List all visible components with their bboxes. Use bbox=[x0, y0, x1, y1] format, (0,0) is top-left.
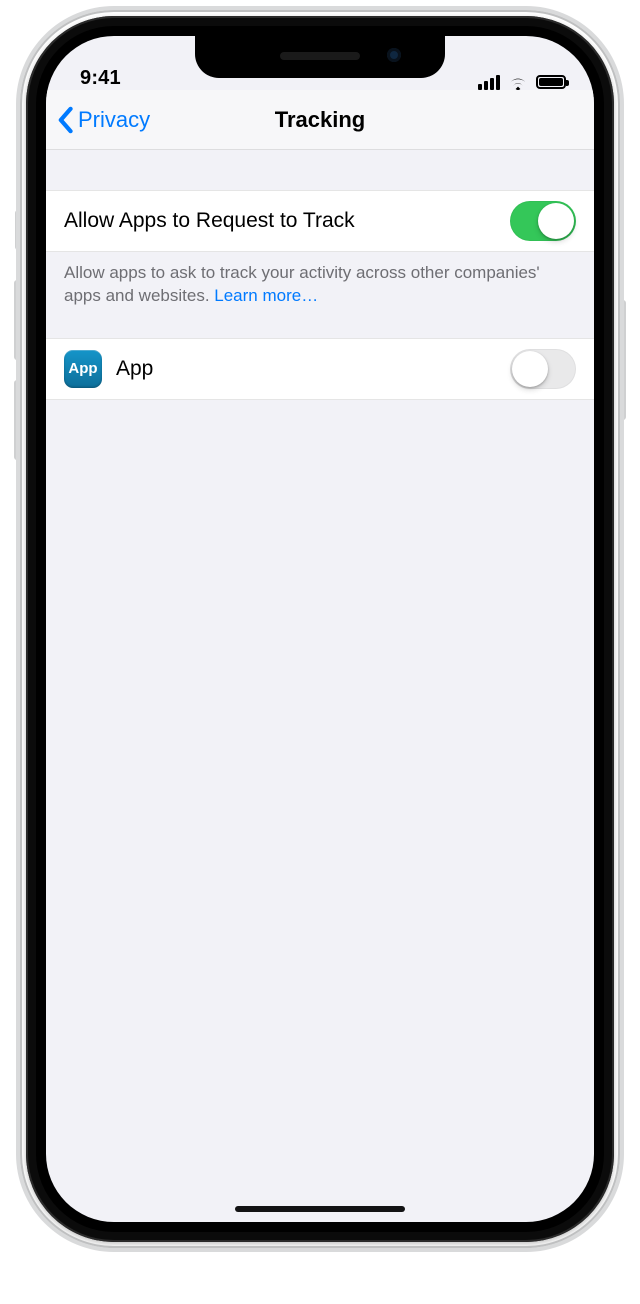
status-icons bbox=[478, 74, 566, 90]
cellular-signal-icon bbox=[478, 75, 500, 90]
app-name-label: App bbox=[116, 357, 510, 381]
app-cell: App App bbox=[46, 338, 594, 400]
status-time: 9:41 bbox=[80, 67, 121, 90]
battery-icon bbox=[536, 75, 566, 89]
learn-more-link[interactable]: Learn more… bbox=[214, 286, 318, 305]
stage: 9:41 Privacy Tracking bbox=[0, 0, 640, 1304]
group-spacer bbox=[46, 150, 594, 190]
phone-frame-inner: 9:41 Privacy Tracking bbox=[36, 26, 604, 1232]
app-tracking-toggle[interactable] bbox=[510, 349, 576, 389]
settings-content: Allow Apps to Request to Track Allow app… bbox=[46, 150, 594, 400]
navigation-bar: Privacy Tracking bbox=[46, 90, 594, 150]
wifi-icon bbox=[507, 74, 529, 90]
speaker-grille bbox=[280, 52, 360, 60]
app-icon: App bbox=[64, 350, 102, 388]
front-camera bbox=[387, 48, 401, 62]
allow-track-cell: Allow Apps to Request to Track bbox=[46, 190, 594, 252]
group-gap bbox=[46, 308, 594, 338]
phone-frame: 9:41 Privacy Tracking bbox=[26, 16, 614, 1242]
volume-down bbox=[14, 380, 21, 460]
allow-track-footer: Allow apps to ask to track your activity… bbox=[46, 252, 594, 308]
volume-up bbox=[14, 280, 21, 360]
page-title: Tracking bbox=[46, 90, 594, 149]
app-list: App App bbox=[46, 338, 594, 400]
allow-track-label: Allow Apps to Request to Track bbox=[64, 209, 510, 233]
mute-switch bbox=[15, 210, 21, 250]
notch bbox=[195, 36, 445, 78]
phone-screen: 9:41 Privacy Tracking bbox=[46, 36, 594, 1222]
home-indicator[interactable] bbox=[235, 1206, 405, 1212]
allow-track-toggle[interactable] bbox=[510, 201, 576, 241]
power-button bbox=[619, 300, 626, 420]
